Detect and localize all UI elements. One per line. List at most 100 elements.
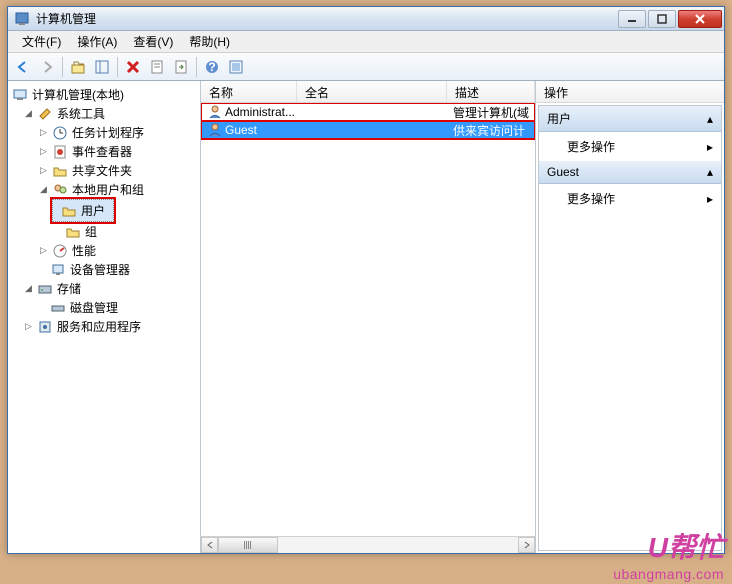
- tree-label: 磁盘管理: [70, 299, 118, 316]
- refresh-button[interactable]: [225, 56, 247, 78]
- tree-groups[interactable]: 组: [10, 222, 198, 241]
- event-icon: [52, 144, 68, 160]
- tree-task-scheduler[interactable]: ▷ 任务计划程序: [10, 123, 198, 142]
- folder-icon: [65, 224, 81, 240]
- list-row[interactable]: Administrat... 管理计算机(域: [201, 103, 535, 121]
- tree-label: 用户: [81, 202, 105, 219]
- tree-storage[interactable]: ◢ 存储: [10, 279, 198, 298]
- tree-panel[interactable]: 计算机管理(本地) ◢ 系统工具 ▷ 任务计划程序 ▷ 事件查看器 ▷ 共享文件…: [8, 81, 201, 553]
- column-description[interactable]: 描述: [447, 81, 535, 102]
- collapse-up-icon: ▴: [707, 165, 713, 179]
- expander-open-icon[interactable]: ◢: [22, 282, 35, 295]
- list-body[interactable]: Administrat... 管理计算机(域 Guest 供来宾访问计: [201, 103, 535, 536]
- expander-closed-icon[interactable]: ▷: [37, 145, 50, 158]
- show-hide-button[interactable]: [91, 56, 113, 78]
- tree-label: 存储: [57, 280, 81, 297]
- toolbar: ?: [8, 53, 724, 81]
- scroll-thumb[interactable]: [218, 537, 278, 553]
- tree-performance[interactable]: ▷ 性能: [10, 241, 198, 260]
- properties-button[interactable]: [146, 56, 168, 78]
- action-more-guest[interactable]: 更多操作 ▸: [539, 184, 721, 213]
- window-title: 计算机管理: [36, 10, 618, 27]
- actions-group-users[interactable]: 用户 ▴: [539, 106, 721, 132]
- computer-icon: [12, 87, 28, 103]
- tree-label: 事件查看器: [72, 143, 132, 160]
- expander-open-icon[interactable]: ◢: [37, 183, 50, 196]
- scroll-right-button[interactable]: [518, 537, 535, 553]
- column-name[interactable]: 名称: [201, 81, 297, 102]
- expander-closed-icon[interactable]: ▷: [37, 126, 50, 139]
- export-button[interactable]: [170, 56, 192, 78]
- performance-icon: [52, 243, 68, 259]
- actions-group-guest[interactable]: Guest ▴: [539, 161, 721, 184]
- list-panel: 名称 全名 描述 Administrat... 管理计算机(域 Guest: [201, 81, 536, 553]
- tree-label: 任务计划程序: [72, 124, 144, 141]
- cell-description: 管理计算机(域: [447, 104, 535, 121]
- tree-system-tools[interactable]: ◢ 系统工具: [10, 104, 198, 123]
- expander-closed-icon[interactable]: ▷: [37, 164, 50, 177]
- tree-label: 组: [85, 223, 97, 240]
- chevron-right-icon: ▸: [707, 192, 713, 206]
- scroll-track[interactable]: [218, 537, 518, 553]
- tree-label: 服务和应用程序: [57, 318, 141, 335]
- menubar: 文件(F) 操作(A) 查看(V) 帮助(H): [8, 31, 724, 53]
- back-button[interactable]: [12, 56, 34, 78]
- watermark-logo: U帮忙: [613, 526, 724, 566]
- actions-group-label: 用户: [547, 110, 571, 127]
- minimize-button[interactable]: [618, 10, 646, 28]
- expander-open-icon[interactable]: ◢: [22, 107, 35, 120]
- tree-services-apps[interactable]: ▷ 服务和应用程序: [10, 317, 198, 336]
- cell-description: 供来宾访问计: [447, 122, 535, 139]
- up-button[interactable]: [67, 56, 89, 78]
- help-button[interactable]: ?: [201, 56, 223, 78]
- tree-device-manager[interactable]: 设备管理器: [10, 260, 198, 279]
- column-fullname[interactable]: 全名: [297, 81, 447, 102]
- tree-shared-folders[interactable]: ▷ 共享文件夹: [10, 161, 198, 180]
- cell-name: Guest: [225, 123, 257, 137]
- tree-disk-management[interactable]: 磁盘管理: [10, 298, 198, 317]
- expander-closed-icon[interactable]: ▷: [37, 244, 50, 257]
- device-icon: [50, 262, 66, 278]
- menu-help[interactable]: 帮助(H): [181, 31, 238, 52]
- tree-local-users-groups[interactable]: ◢ 本地用户和组: [10, 180, 198, 199]
- menu-view[interactable]: 查看(V): [125, 31, 181, 52]
- tree-root[interactable]: 计算机管理(本地): [10, 85, 198, 104]
- expander-closed-icon[interactable]: ▷: [22, 320, 35, 333]
- tree-label: 共享文件夹: [72, 162, 132, 179]
- user-icon: [207, 104, 223, 120]
- collapse-up-icon: ▴: [707, 112, 713, 126]
- delete-button[interactable]: [122, 56, 144, 78]
- tree-label: 设备管理器: [70, 261, 130, 278]
- titlebar[interactable]: 计算机管理: [8, 7, 724, 31]
- tree-users[interactable]: 用户: [52, 199, 114, 222]
- watermark: U帮忙 ubangmang.com: [613, 526, 724, 582]
- user-icon: [207, 122, 223, 138]
- toolbar-separator: [62, 57, 63, 77]
- storage-icon: [37, 281, 53, 297]
- disk-icon: [50, 300, 66, 316]
- folder-icon: [61, 203, 77, 219]
- action-label: 更多操作: [567, 138, 615, 155]
- watermark-url: ubangmang.com: [613, 566, 724, 582]
- shared-folder-icon: [52, 163, 68, 179]
- close-button[interactable]: [678, 10, 722, 28]
- menu-file[interactable]: 文件(F): [14, 31, 69, 52]
- clock-icon: [52, 125, 68, 141]
- chevron-right-icon: ▸: [707, 140, 713, 154]
- action-more-users[interactable]: 更多操作 ▸: [539, 132, 721, 161]
- horizontal-scrollbar[interactable]: [201, 536, 535, 553]
- svg-text:?: ?: [208, 60, 215, 74]
- tree-label: 性能: [72, 242, 96, 259]
- maximize-button[interactable]: [648, 10, 676, 28]
- action-label: 更多操作: [567, 190, 615, 207]
- menu-action[interactable]: 操作(A): [69, 31, 125, 52]
- tree-label: 计算机管理(本地): [32, 86, 124, 103]
- toolbar-separator: [117, 57, 118, 77]
- users-groups-icon: [52, 182, 68, 198]
- scroll-left-button[interactable]: [201, 537, 218, 553]
- actions-panel: 操作 用户 ▴ 更多操作 ▸ Guest ▴ 更多操作 ▸: [536, 81, 724, 553]
- tree-event-viewer[interactable]: ▷ 事件查看器: [10, 142, 198, 161]
- forward-button[interactable]: [36, 56, 58, 78]
- list-row[interactable]: Guest 供来宾访问计: [201, 121, 535, 139]
- app-icon: [14, 11, 30, 27]
